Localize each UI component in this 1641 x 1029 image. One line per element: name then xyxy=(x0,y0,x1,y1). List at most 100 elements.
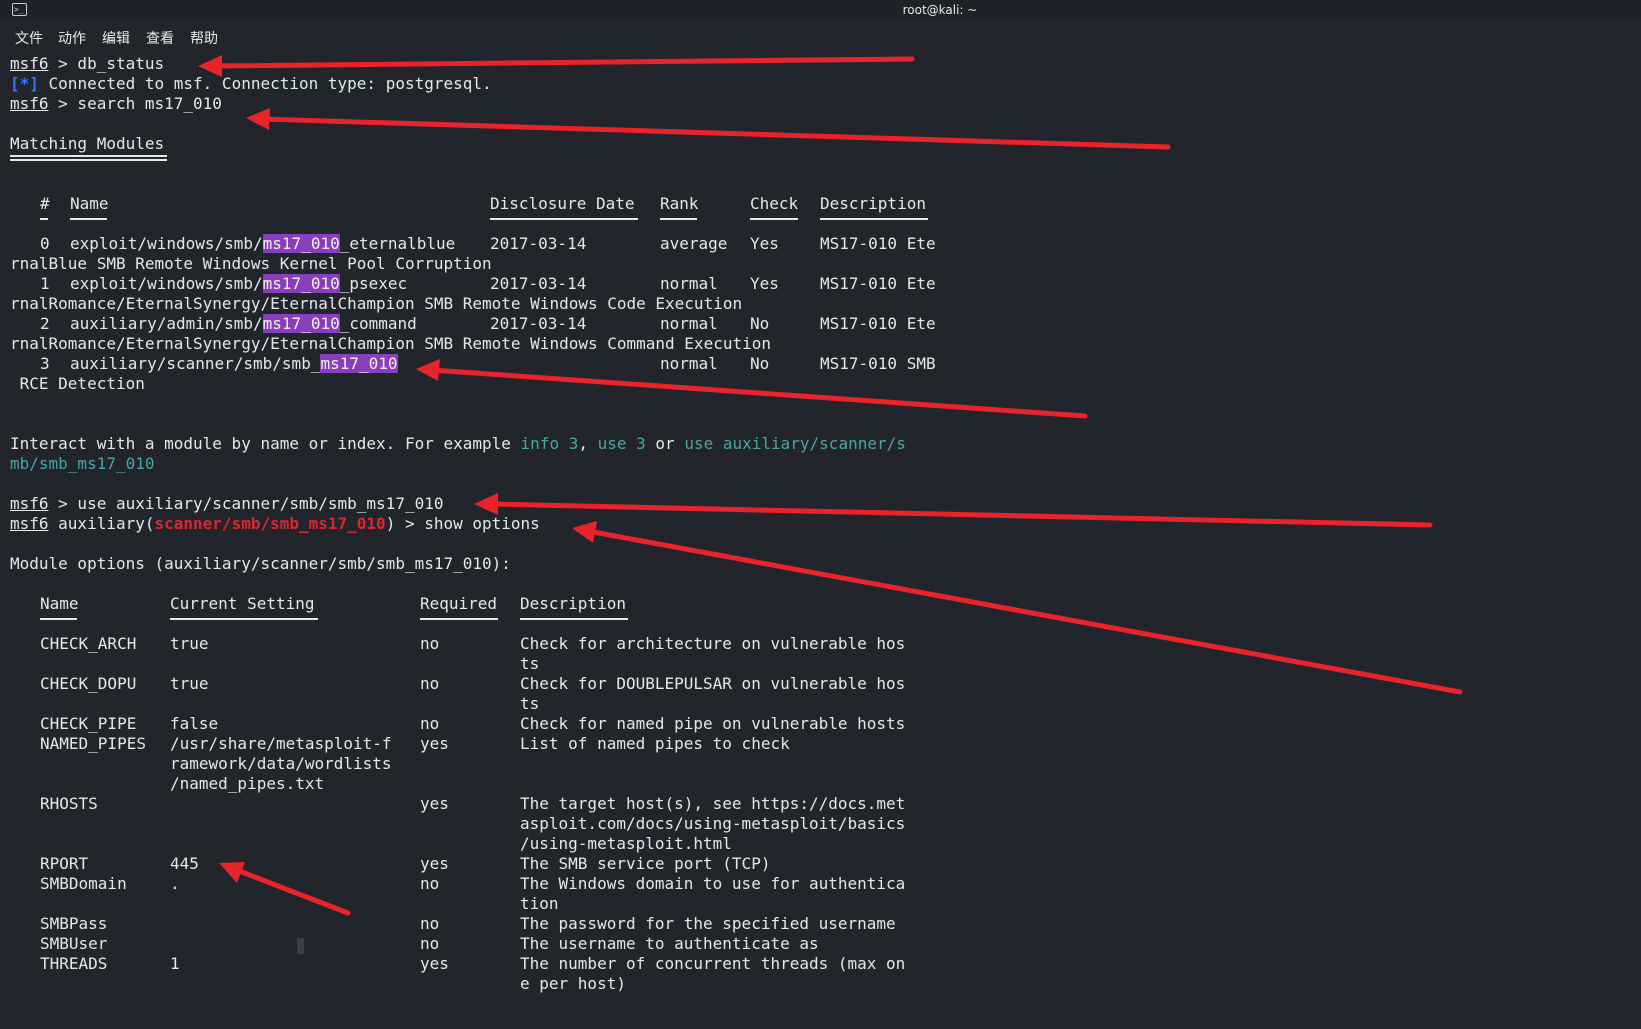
option-description: ts xyxy=(520,654,540,673)
terminal-output[interactable]: msf6 > db_status [*] Connected to msf. C… xyxy=(0,54,1641,1029)
option-description: The Windows domain to use for authentica xyxy=(520,874,906,893)
option-name: CHECK_DOPU xyxy=(40,674,137,693)
prompt: msf6 xyxy=(10,494,49,513)
option-required: no xyxy=(420,934,440,953)
column-header: Required xyxy=(420,594,498,613)
header-rule xyxy=(40,618,77,620)
module-suffix: _eternalblue xyxy=(339,234,456,253)
option-required: no xyxy=(420,914,440,933)
status-message: Connected to msf. Connection type: postg… xyxy=(38,74,492,93)
module-name[interactable]: auxiliary/scanner/smb/smb_ms17_010 xyxy=(70,354,398,374)
module-name[interactable]: auxiliary/admin/smb/ms17_010_command xyxy=(70,314,417,334)
disclosure-date: 2017-03-14 xyxy=(490,274,587,293)
hint-command: use auxiliary/scanner/s xyxy=(684,434,906,453)
header-rule xyxy=(660,218,697,220)
command-text: > use auxiliary/scanner/smb/smb_ms17_010 xyxy=(48,494,444,513)
row-index: 0 xyxy=(40,234,50,253)
command-line: msf6 > db_status xyxy=(10,54,164,74)
option-description: The number of concurrent threads (max on xyxy=(520,954,906,973)
header-rule xyxy=(820,218,928,220)
row-index: 3 xyxy=(40,354,50,373)
hint-line: Interact with a module by name or index.… xyxy=(10,434,906,454)
command-line: msf6 > search ms17_010 xyxy=(10,94,222,114)
check: No xyxy=(750,354,770,373)
prompt-context: auxiliary( xyxy=(48,514,155,533)
hint-text: Interact with a module by name or index.… xyxy=(10,434,521,453)
option-setting: true xyxy=(170,634,209,653)
module-name[interactable]: exploit/windows/smb/ms17_010_psexec xyxy=(70,274,407,294)
prompt: msf6 xyxy=(10,94,49,113)
menu-action[interactable]: 动作 xyxy=(58,28,86,48)
command-text: > search ms17_010 xyxy=(48,94,222,113)
search-highlight: ms17_010 xyxy=(262,314,340,333)
option-description: tion xyxy=(520,894,559,913)
option-description: List of named pipes to check xyxy=(520,734,790,753)
option-required: yes xyxy=(420,734,449,753)
title-underline xyxy=(10,155,167,161)
option-description: /using-metasploit.html xyxy=(520,834,732,853)
check: Yes xyxy=(750,274,779,293)
option-required: yes xyxy=(420,854,449,873)
prompt: msf6 xyxy=(10,54,49,73)
hint-text: , xyxy=(578,434,598,453)
module-path: auxiliary/admin/smb/ xyxy=(70,314,263,333)
active-module: scanner/smb/smb_ms17_010 xyxy=(154,514,386,533)
menu-bar: 文件 动作 编辑 查看 帮助 xyxy=(0,22,1641,52)
module-suffix: _command xyxy=(339,314,417,333)
column-header: Current Setting xyxy=(170,594,315,613)
column-header: Name xyxy=(40,594,79,613)
hint-text: or xyxy=(645,434,685,453)
description: MS17-010 SMB xyxy=(820,354,936,373)
option-name: SMBPass xyxy=(40,914,108,933)
header-rule xyxy=(40,218,48,220)
option-name: SMBDomain xyxy=(40,874,127,893)
text-cursor xyxy=(297,938,304,954)
column-header: Rank xyxy=(660,194,699,213)
title-bar: >_ root@kali: ~ xyxy=(0,0,1641,22)
option-name: THREADS xyxy=(40,954,108,973)
command-text: ) > show options xyxy=(385,514,540,533)
description-wrap: rnalBlue SMB Remote Windows Kernel Pool … xyxy=(10,254,492,273)
column-header: Description xyxy=(520,594,626,613)
option-setting: false xyxy=(170,714,219,733)
hint-command: use 3 xyxy=(597,434,646,453)
module-path: exploit/windows/smb/ xyxy=(70,234,263,253)
option-description: The target host(s), see https://docs.met xyxy=(520,794,906,813)
column-header: Name xyxy=(70,194,109,213)
option-name: CHECK_ARCH xyxy=(40,634,137,653)
option-required: yes xyxy=(420,794,449,813)
prompt: msf6 xyxy=(10,514,49,533)
menu-edit[interactable]: 编辑 xyxy=(102,28,130,48)
row-index: 1 xyxy=(40,274,50,293)
rank: normal xyxy=(660,274,718,293)
disclosure-date: 2017-03-14 xyxy=(490,234,587,253)
command-line: msf6 auxiliary(scanner/smb/smb_ms17_010)… xyxy=(10,514,540,534)
check: Yes xyxy=(750,234,779,253)
option-description: Check for architecture on vulnerable hos xyxy=(520,634,906,653)
hint-command-wrap: mb/smb_ms17_010 xyxy=(10,454,155,473)
description-wrap: rnalRomance/EternalSynergy/EternalChampi… xyxy=(10,334,771,353)
option-name: RPORT xyxy=(40,854,89,873)
option-required: no xyxy=(420,714,440,733)
command-line: msf6 > use auxiliary/scanner/smb/smb_ms1… xyxy=(10,494,443,514)
menu-help[interactable]: 帮助 xyxy=(190,28,218,48)
header-rule xyxy=(490,218,638,220)
disclosure-date: 2017-03-14 xyxy=(490,314,587,333)
menu-file[interactable]: 文件 xyxy=(15,28,43,48)
option-description: asploit.com/docs/using-metasploit/basics xyxy=(520,814,906,833)
option-description: ts xyxy=(520,694,540,713)
option-name: NAMED_PIPES xyxy=(40,734,146,753)
option-description: e per host) xyxy=(520,974,626,993)
option-description: The SMB service port (TCP) xyxy=(520,854,771,873)
option-setting: true xyxy=(170,674,209,693)
description: MS17-010 Ete xyxy=(820,314,936,333)
module-name[interactable]: exploit/windows/smb/ms17_010_eternalblue xyxy=(70,234,455,254)
header-rule xyxy=(170,618,318,620)
option-setting: 1 xyxy=(170,954,180,973)
column-header: Description xyxy=(820,194,926,213)
menu-view[interactable]: 查看 xyxy=(146,28,174,48)
option-description: Check for named pipe on vulnerable hosts xyxy=(520,714,906,733)
check: No xyxy=(750,314,770,333)
module-path: exploit/windows/smb/ xyxy=(70,274,263,293)
search-highlight: ms17_010 xyxy=(262,234,340,253)
